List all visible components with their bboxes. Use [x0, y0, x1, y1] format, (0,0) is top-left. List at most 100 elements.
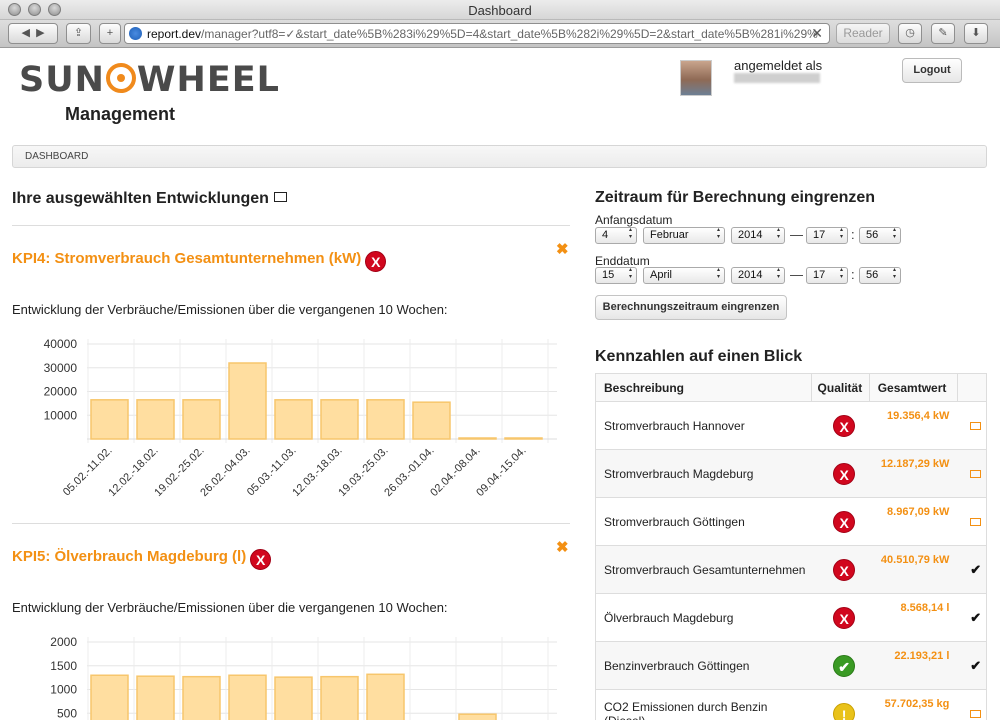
address-text[interactable]: report.dev/manager?utf8=✓&start_date%5B%…: [147, 27, 818, 41]
check-icon[interactable]: ✔: [970, 562, 981, 577]
chart-bar: [458, 437, 497, 440]
row-description: Stromverbrauch Gesamtunternehmen: [595, 545, 812, 594]
start-date-label: Anfangsdatum: [595, 213, 673, 227]
start-month-select[interactable]: Februar: [643, 227, 725, 244]
row-description: Stromverbrauch Göttingen: [595, 497, 812, 546]
chart-bar: [182, 675, 221, 720]
kpi-overview-title: Kennzahlen auf einen Blick: [595, 348, 803, 365]
kpi4-title: KPI4: Stromverbrauch Gesamtunternehmen (…: [12, 250, 387, 272]
tools-button[interactable]: ✎: [931, 23, 955, 44]
kpi5-bar-chart: 500 1000 1500 2000: [50, 635, 557, 720]
new-tab-button[interactable]: +: [99, 23, 121, 44]
row-action[interactable]: [957, 401, 987, 450]
table-row: CO2 Emissionen durch Benzin (Diesel)! 57.…: [595, 689, 987, 720]
chart-bar: [366, 399, 405, 440]
row-action[interactable]: [957, 449, 987, 498]
row-action[interactable]: ✔: [957, 593, 987, 642]
table-row: Stromverbrauch Hannover X 19.356,4 kW: [595, 401, 987, 450]
url-path: /manager?utf8=✓&start_date%5B%283i%29%5D…: [201, 27, 818, 41]
table-row: Stromverbrauch Gesamtunternehmen X 40.510,…: [595, 545, 987, 594]
table-header-row: Beschreibung Qualität Gesamtwert: [595, 373, 988, 402]
table-row: Stromverbrauch Magdeburg X 12.187,29 kW: [595, 449, 987, 498]
col-total[interactable]: Gesamtwert: [868, 373, 958, 402]
y-tick-label: 40000: [44, 337, 78, 351]
divider: [12, 225, 570, 226]
col-action: [956, 373, 988, 402]
sunwheel-logo[interactable]: SUN WHEEL: [19, 60, 280, 100]
section-title-text: Ihre ausgewählten Entwicklungen: [12, 190, 269, 207]
line-chart-icon: [273, 192, 287, 202]
history-button[interactable]: ◷: [898, 23, 922, 44]
y-tick-label: 500: [57, 706, 77, 720]
address-bar[interactable]: report.dev/manager?utf8=✓&start_date%5B%…: [124, 23, 830, 44]
row-total-value: 19.356,4 kW: [869, 401, 958, 450]
col-description[interactable]: Beschreibung: [595, 373, 812, 402]
close-kpi5-icon[interactable]: ✖: [556, 538, 569, 556]
row-total-value: 57.702,35 kg: [869, 689, 958, 720]
bad-quality-icon: X: [250, 549, 272, 570]
start-hour-select[interactable]: 17: [806, 227, 848, 244]
time-colon: :: [851, 227, 855, 242]
check-icon[interactable]: ✔: [970, 610, 981, 625]
check-icon[interactable]: ✔: [970, 658, 981, 673]
row-action[interactable]: ✔: [957, 545, 987, 594]
chart-bar: [182, 399, 221, 440]
chart-bar: [90, 674, 129, 720]
share-button[interactable]: ⇪: [66, 23, 91, 44]
y-tick-label: 30000: [44, 361, 78, 375]
row-total-value: 22.193,21 l: [869, 641, 958, 690]
row-quality: X: [811, 593, 870, 642]
title-bar: Dashboard: [0, 0, 1000, 20]
forward-icon[interactable]: ▶: [36, 27, 44, 39]
table-row: Stromverbrauch Göttingen X 8.967,09 kW: [595, 497, 987, 546]
chart-bar: [228, 674, 267, 720]
end-month-select[interactable]: April: [643, 267, 725, 284]
start-minute-select[interactable]: 56: [859, 227, 901, 244]
chart-bar: [412, 401, 451, 440]
row-quality: ✔: [811, 641, 870, 690]
start-year-select[interactable]: 2014: [731, 227, 785, 244]
chart-bar: [274, 676, 313, 720]
back-forward-buttons[interactable]: ◀ ▶: [8, 23, 58, 44]
y-tick-label: 10000: [44, 408, 78, 422]
kpi5-title: KPI5: Ölverbrauch Magdeburg (l) X: [12, 548, 272, 570]
row-action[interactable]: ✔: [957, 641, 987, 690]
y-tick-label: 1000: [50, 683, 77, 697]
wrench-icon: ✎: [938, 27, 948, 39]
reader-button[interactable]: Reader: [836, 23, 890, 44]
stop-icon[interactable]: ✕: [811, 25, 823, 42]
y-tick-label: 2000: [50, 635, 77, 649]
breadcrumb-dashboard[interactable]: DASHBOARD: [25, 151, 88, 162]
end-date-label: Enddatum: [595, 254, 650, 268]
logo-text-wheel: WHEEL: [136, 60, 280, 100]
row-action[interactable]: [957, 689, 987, 720]
start-day-select[interactable]: 4: [595, 227, 637, 244]
apply-range-button[interactable]: Berechnungszeitraum eingrenzen: [595, 295, 787, 320]
table-row: Ölverbrauch Magdeburg X 8.568,14 l ✔: [595, 593, 987, 642]
row-action[interactable]: [957, 497, 987, 546]
end-minute-select[interactable]: 56: [859, 267, 901, 284]
add-chart-icon[interactable]: [970, 517, 982, 526]
end-day-select[interactable]: 15: [595, 267, 637, 284]
add-chart-icon[interactable]: [970, 469, 982, 478]
bad-quality-icon: X: [833, 414, 856, 437]
logout-button[interactable]: Logout: [902, 58, 962, 83]
col-quality[interactable]: Qualität: [810, 373, 870, 402]
add-chart-icon[interactable]: [970, 709, 982, 718]
table-row: Benzinverbrauch Göttingen ✔ 22.193,21 l ✔: [595, 641, 987, 690]
close-kpi4-icon[interactable]: ✖: [556, 240, 569, 258]
bad-quality-icon: X: [833, 606, 856, 629]
app-subtitle: Management: [65, 104, 176, 124]
y-tick-label: 1500: [50, 659, 77, 673]
end-year-select[interactable]: 2014: [731, 267, 785, 284]
chart-bar: [458, 713, 497, 720]
chart-bar: [90, 399, 129, 440]
back-icon[interactable]: ◀: [21, 27, 29, 39]
add-chart-icon[interactable]: [970, 421, 982, 430]
window-title: Dashboard: [468, 3, 532, 18]
downloads-button[interactable]: ⬇: [964, 23, 988, 44]
end-hour-select[interactable]: 17: [806, 267, 848, 284]
row-description: Ölverbrauch Magdeburg: [595, 593, 812, 642]
warning-quality-icon: !: [833, 702, 856, 720]
divider: [12, 523, 570, 524]
